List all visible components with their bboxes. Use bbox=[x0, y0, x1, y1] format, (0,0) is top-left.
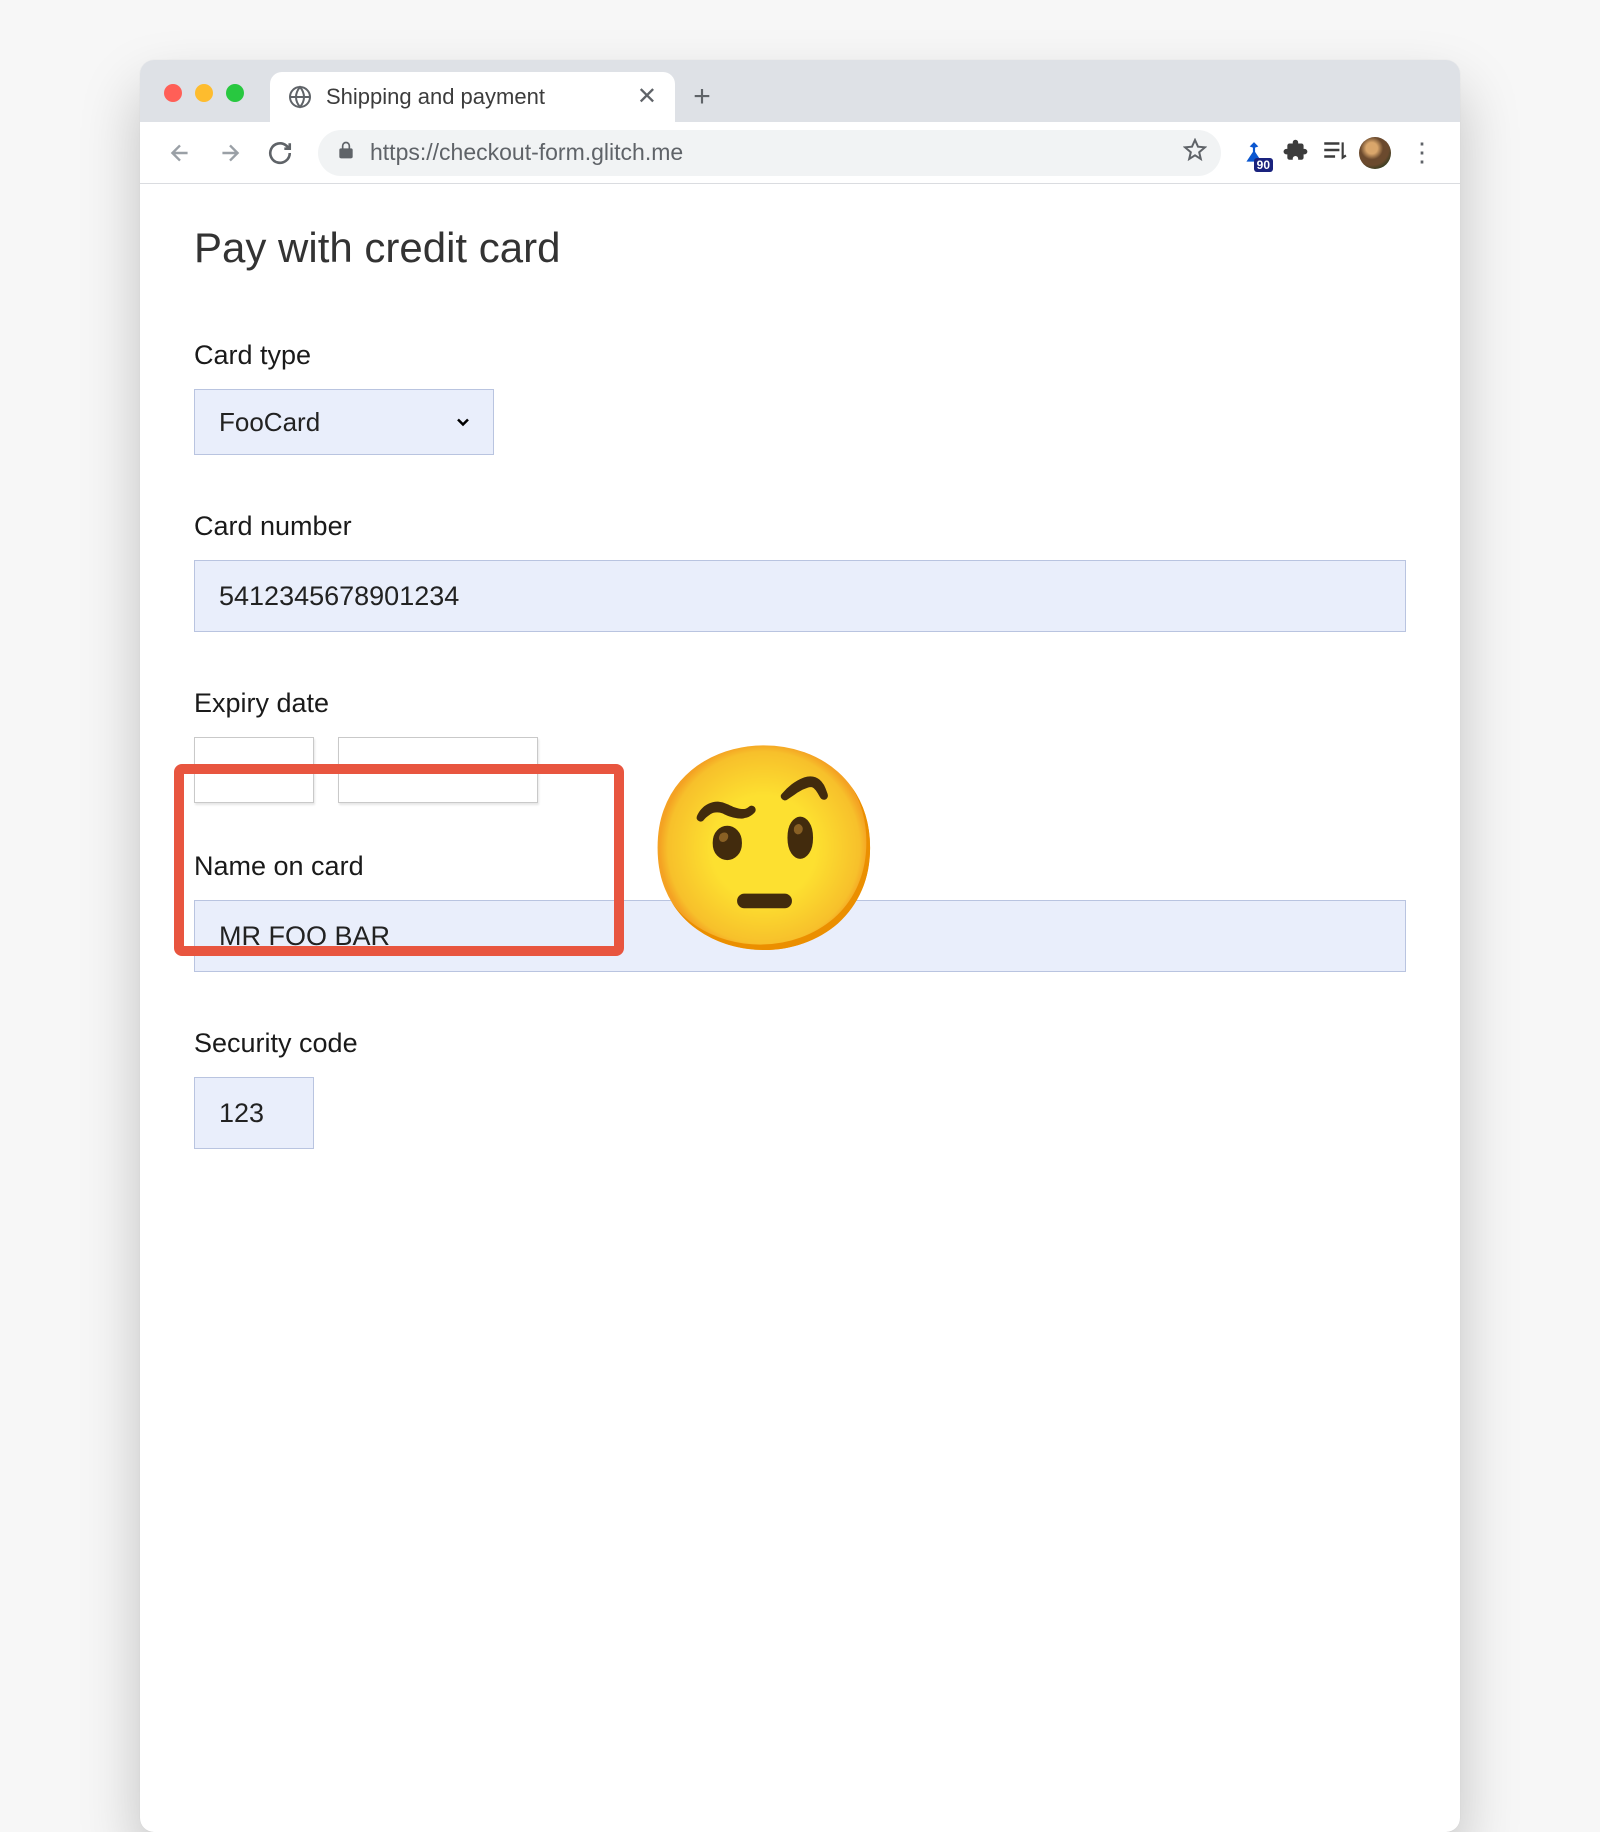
page-title: Pay with credit card bbox=[194, 224, 1406, 272]
card-number-field: Card number 5412345678901234 bbox=[194, 511, 1406, 632]
tab-strip: Shipping and payment ✕ + bbox=[140, 60, 1460, 122]
globe-icon bbox=[288, 85, 312, 109]
card-number-label: Card number bbox=[194, 511, 1406, 542]
expiry-label: Expiry date bbox=[194, 688, 1406, 719]
security-code-value: 123 bbox=[219, 1098, 264, 1129]
expiry-year-select[interactable] bbox=[338, 737, 538, 803]
card-type-select[interactable]: FooCard bbox=[194, 389, 494, 455]
url-text: https://checkout-form.glitch.me bbox=[370, 139, 1169, 166]
extension-badge: 90 bbox=[1254, 158, 1273, 172]
lock-icon bbox=[336, 139, 356, 166]
security-code-field: Security code 123 bbox=[194, 1028, 1406, 1149]
window-controls bbox=[164, 84, 244, 102]
bookmark-star-icon[interactable] bbox=[1183, 138, 1207, 168]
chevron-down-icon bbox=[281, 761, 299, 779]
security-code-input[interactable]: 123 bbox=[194, 1077, 314, 1149]
card-type-label: Card type bbox=[194, 340, 1406, 371]
browser-tab[interactable]: Shipping and payment ✕ bbox=[270, 72, 675, 122]
name-on-card-value: MR FOO BAR bbox=[219, 921, 390, 952]
close-tab-button[interactable]: ✕ bbox=[633, 85, 661, 109]
card-number-value: 5412345678901234 bbox=[219, 581, 459, 612]
browser-window: Shipping and payment ✕ + https://checkou… bbox=[140, 60, 1460, 1832]
browser-menu-button[interactable]: ⋮ bbox=[1403, 137, 1442, 168]
toolbar-right: 90 ⋮ bbox=[1237, 136, 1442, 170]
reading-list-icon[interactable] bbox=[1321, 137, 1347, 168]
card-type-value: FooCard bbox=[219, 407, 320, 438]
card-number-input[interactable]: 5412345678901234 bbox=[194, 560, 1406, 632]
close-window-button[interactable] bbox=[164, 84, 182, 102]
chevron-down-icon bbox=[453, 412, 473, 432]
reload-button[interactable] bbox=[258, 131, 302, 175]
tab-title: Shipping and payment bbox=[326, 84, 619, 110]
card-type-field: Card type FooCard bbox=[194, 340, 1406, 455]
profile-avatar[interactable] bbox=[1359, 137, 1391, 169]
forward-button[interactable] bbox=[208, 131, 252, 175]
raised-eyebrow-emoji: 🤨 bbox=[640, 750, 889, 950]
chevron-down-icon bbox=[501, 761, 519, 779]
browser-toolbar: https://checkout-form.glitch.me 90 ⋮ bbox=[140, 122, 1460, 184]
back-button[interactable] bbox=[158, 131, 202, 175]
new-tab-button[interactable]: + bbox=[681, 76, 723, 118]
zoom-window-button[interactable] bbox=[226, 84, 244, 102]
address-bar[interactable]: https://checkout-form.glitch.me bbox=[318, 130, 1221, 176]
security-code-label: Security code bbox=[194, 1028, 1406, 1059]
lighthouse-extension[interactable]: 90 bbox=[1237, 136, 1271, 170]
extensions-puzzle-icon[interactable] bbox=[1283, 137, 1309, 168]
expiry-month-select[interactable] bbox=[194, 737, 314, 803]
minimize-window-button[interactable] bbox=[195, 84, 213, 102]
page-content: Pay with credit card Card type FooCard C… bbox=[140, 184, 1460, 1544]
